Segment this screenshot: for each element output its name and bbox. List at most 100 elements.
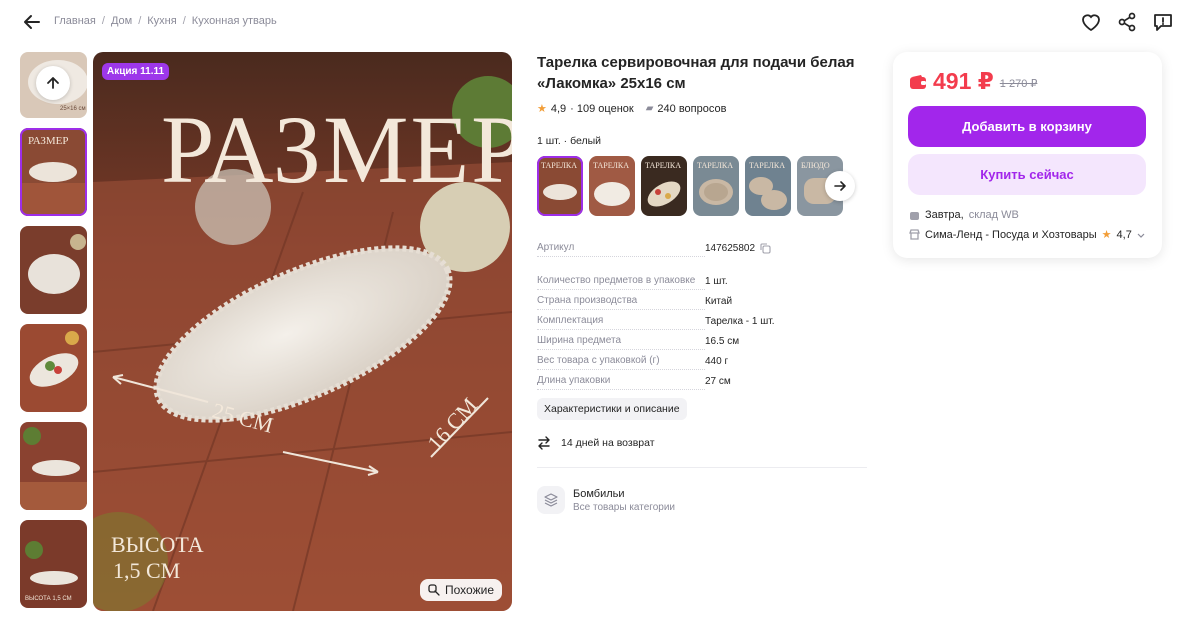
price-row: 491 ₽ 1 270 ₽ [909,68,1037,95]
brand-all-items: Все товары категории [573,501,676,513]
chevron-down-icon [1137,233,1145,238]
variant-thumb-text: ТАРЕЛКА [541,161,577,170]
property-row: Артикул 147625802 [537,237,867,257]
variant-option[interactable]: ТАРЕЛКА [641,156,687,216]
breadcrumb-utensils[interactable]: Кухонная утварь [192,15,277,27]
shop-icon [909,229,920,240]
property-value: Китай [705,296,733,307]
property-value: Тарелка - 1 шт. [705,316,775,327]
thumbnail-4[interactable] [20,324,87,412]
variant-thumb-text: ТАРЕЛКА [749,161,785,170]
brand-link[interactable]: Бомбильи Все товары категории [537,486,867,514]
brand-logo [537,486,565,514]
delivery-day: Завтра, [925,209,964,221]
arrow-up-icon [47,77,59,89]
thumbnail-list: 25×16 см РАЗМЕР ВЫСОТА 1,5 СМ [20,52,87,618]
property-key: Количество предметов в упаковке [537,274,705,290]
breadcrumb: Главная / Дом / Кухня / Кухонная утварь [54,15,277,27]
variant-option[interactable]: ТАРЕЛКА [745,156,791,216]
variant-thumb-text: ТАРЕЛКА [697,161,733,170]
variant-option[interactable]: ТАРЕЛКА [693,156,739,216]
thumbnail-2[interactable]: РАЗМЕР [20,128,87,216]
property-value: 147625802 [705,243,771,257]
buy-now-button[interactable]: Купить сейчас [908,154,1146,195]
box-icon [910,211,919,220]
rating-row[interactable]: ★ 4,9 · 109 оценок ▰ 240 вопросов [537,102,867,116]
back-arrow-icon[interactable] [22,12,42,32]
variant-thumb-text: БЛЮДО [801,161,830,170]
property-value: 27 см [705,376,731,387]
share-icon[interactable] [1116,11,1138,33]
property-key: Артикул [537,241,705,257]
star-icon: ★ [537,103,547,115]
top-actions [1080,11,1174,33]
property-row: Ширина предмета 16.5 см [537,330,867,350]
variant-option[interactable]: ТАРЕЛКА [589,156,635,216]
return-text: 14 дней на возврат [561,437,655,449]
thumbnail-5[interactable] [20,422,87,510]
return-info: 14 дней на возврат [537,436,867,450]
thumbnail-6[interactable]: ВЫСОТА 1,5 СМ [20,520,87,608]
breadcrumb-kitchen[interactable]: Кухня [147,15,176,27]
thumb-overlay-text: 25×16 см [60,106,86,112]
property-row: Длина упаковки 27 см [537,370,867,390]
product-info: Тарелка сервировочная для подачи белая «… [537,52,867,514]
seller-name: Сима-Ленд - Посуда и Хозтовары [925,228,1097,241]
thumb-overlay-text: ВЫСОТА 1,5 СМ [25,596,72,602]
seller-info[interactable]: Сима-Ленд - Посуда и Хозтовары ★ 4,7 [909,228,1145,241]
copy-icon[interactable] [760,243,771,254]
breadcrumb-separator: / [138,15,142,27]
variant-thumb-text: ТАРЕЛКА [645,161,681,170]
similar-label: Похожие [445,583,494,597]
current-price: 491 ₽ [933,68,994,94]
breadcrumb-separator: / [182,15,186,27]
property-key: Длина упаковки [537,374,705,390]
breadcrumb-home[interactable]: Главная [54,15,96,27]
main-image-height-label: ВЫСОТА [111,532,204,557]
variant-label: 1 шт. · белый [537,135,601,147]
arrow-right-icon [834,181,846,191]
thumbnail-3[interactable] [20,226,87,314]
breadcrumb-home-category[interactable]: Дом [111,15,132,27]
rating-value: 4,9 [550,102,567,115]
property-value: 440 г [705,356,729,367]
main-image-height-value: 1,5 СМ [113,558,180,583]
questions-count[interactable]: 240 вопросов [657,103,726,115]
variants-next-button[interactable] [825,171,855,201]
questions-icon: ▰ [645,103,654,114]
divider [537,467,867,468]
layers-icon [544,493,558,507]
property-row: Комплектация Тарелка - 1 шт. [537,310,867,330]
scroll-up-button[interactable] [36,66,70,100]
thumb-overlay-text: РАЗМЕР [28,135,69,147]
characteristics-button[interactable]: Характеристики и описание [537,398,687,420]
property-key: Страна производства [537,294,705,310]
property-value: 16.5 см [705,336,740,347]
property-key: Вес товара с упаковкой (г) [537,354,705,370]
buy-card: 491 ₽ 1 270 ₽ Добавить в корзину Купить … [893,52,1162,258]
thumbnail-1[interactable]: 25×16 см [20,52,87,118]
property-row: Страна производства Китай [537,290,867,310]
return-arrows-icon [538,436,550,450]
properties-table: Артикул 147625802 Количество предметов в… [537,237,867,390]
promo-badge: Акция 11.11 [102,63,170,80]
main-image-headline: РАЗМЕР [161,96,512,203]
property-row: Вес товара с упаковкой (г) 440 г [537,350,867,370]
article-number: 147625802 [705,243,756,254]
report-icon[interactable] [1152,11,1174,33]
property-row: Количество предметов в упаковке 1 шт. [537,257,867,290]
reviews-count: · 109 оценок [570,102,634,115]
wallet-icon [910,74,926,89]
add-to-cart-button[interactable]: Добавить в корзину [908,106,1146,147]
property-key: Комплектация [537,314,705,330]
heart-icon[interactable] [1080,11,1102,33]
property-key: Ширина предмета [537,334,705,350]
search-similar-icon [428,584,440,596]
similar-button[interactable]: Похожие [420,579,502,601]
seller-rating: 4,7 [1116,228,1132,241]
main-product-image[interactable]: РАЗМЕР 25 СМ 16 СМ ВЫСОТА 1,5 СМ Акция 1… [93,52,512,611]
delivery-warehouse: склад WB [968,209,1019,221]
product-title: Тарелка сервировочная для подачи белая «… [537,54,855,92]
variant-option[interactable]: ТАРЕЛКА [537,156,583,216]
delivery-info: Завтра, склад WB [909,209,1019,221]
